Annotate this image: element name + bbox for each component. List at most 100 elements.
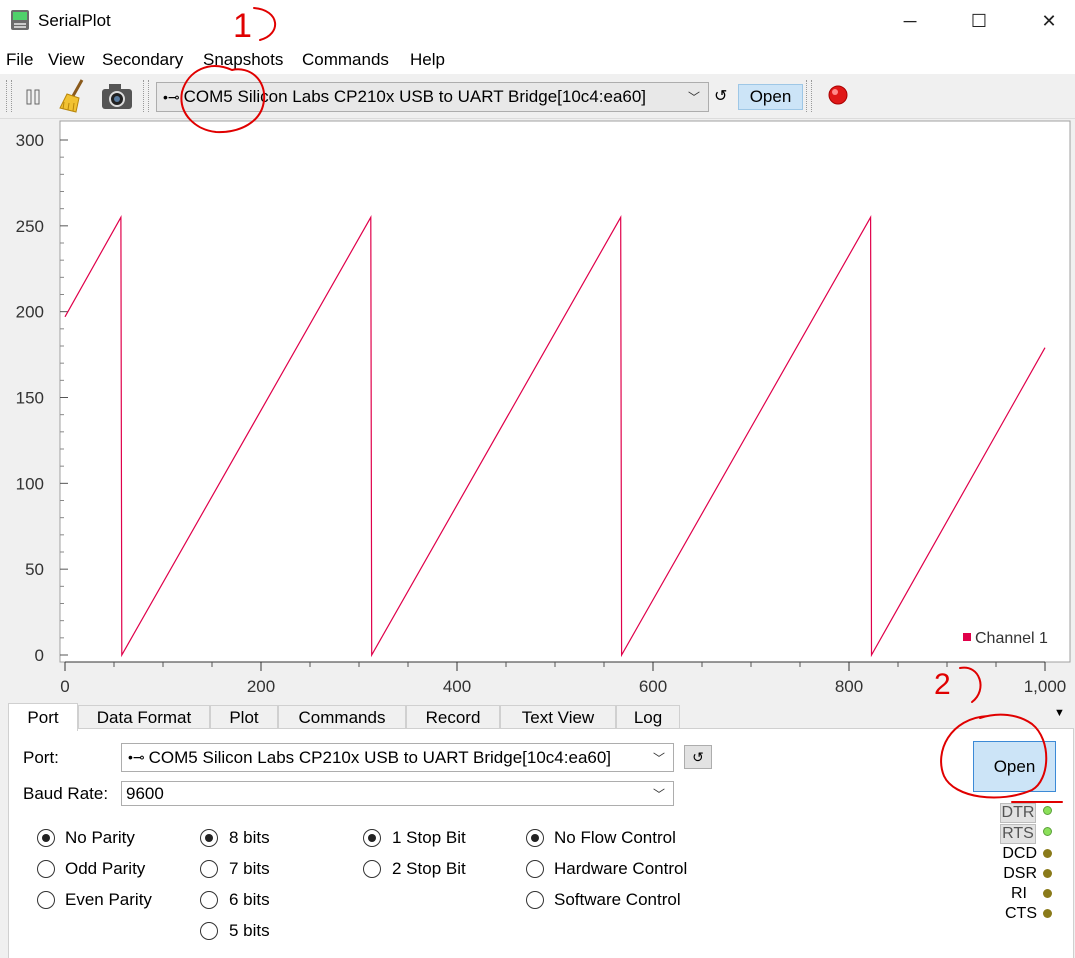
refresh-icon[interactable]: ↺ — [714, 86, 727, 106]
x-tick-label: 0 — [60, 677, 69, 696]
5-bits-label: 5 bits — [229, 921, 270, 940]
tab-commands[interactable]: Commands — [278, 705, 406, 730]
port-label: Port: — [23, 748, 59, 767]
rts-led — [1043, 827, 1052, 836]
legend-swatch — [963, 633, 971, 641]
no-flow-control-radio[interactable] — [526, 829, 544, 847]
y-tick-label: 300 — [16, 131, 44, 150]
odd-parity-label: Odd Parity — [65, 859, 146, 878]
toolbar-grip — [6, 80, 12, 112]
rts-button[interactable]: RTS — [1000, 824, 1036, 844]
tab-data-format[interactable]: Data Format — [78, 705, 210, 730]
dsr-led — [1043, 869, 1052, 878]
even-parity-label: Even Parity — [65, 890, 152, 909]
port-refresh-button[interactable]: ↺ — [684, 745, 712, 769]
hardware-control-label: Hardware Control — [554, 859, 688, 878]
7-bits-radio[interactable] — [200, 860, 218, 878]
cts-led — [1043, 909, 1052, 918]
toolbar-open-button[interactable]: Open — [738, 84, 803, 110]
y-tick-label: 250 — [16, 217, 44, 236]
close-button[interactable]: ✕ — [1026, 0, 1072, 42]
y-tick-label: 200 — [16, 303, 44, 322]
legend-label: Channel 1 — [975, 630, 1048, 647]
record-icon[interactable] — [828, 85, 848, 105]
menu-secondary[interactable]: Secondary — [102, 50, 183, 70]
chevron-down-icon: ﹀ — [687, 90, 700, 105]
menu-snapshots[interactable]: Snapshots — [203, 50, 283, 70]
y-tick-label: 100 — [16, 474, 44, 493]
dtr-button[interactable]: DTR — [1000, 803, 1036, 823]
software-control-label: Software Control — [554, 890, 681, 909]
maximize-button[interactable]: ☐ — [956, 0, 1002, 42]
plot-canvas[interactable]: 0 50 100 150 200 250 300 0 200 400 600 800 1,000 Chan… — [0, 119, 1075, 703]
pause-icon[interactable] — [22, 86, 44, 108]
menu-file[interactable]: File — [6, 50, 33, 70]
port-select-value: COM5 Silicon Labs CP210x USB to UART Bri… — [148, 747, 612, 767]
chevron-down-icon: ﹀ — [652, 751, 665, 765]
7-bits-label: 7 bits — [229, 859, 270, 878]
8-bits-label: 8 bits — [229, 828, 270, 847]
baud-rate-select[interactable]: 9600 ﹀ — [121, 781, 674, 806]
tab-bar: Port Data Format Plot Commands Record Te… — [8, 703, 1075, 731]
menu-commands[interactable]: Commands — [302, 50, 389, 70]
x-tick-label: 600 — [639, 677, 667, 696]
baud-rate-label: Baud Rate: — [23, 784, 109, 803]
x-tick-label: 1,000 — [1024, 677, 1067, 696]
dsr-label: DSR — [1003, 865, 1037, 882]
chevron-down-icon: ﹀ — [652, 787, 665, 801]
tab-log[interactable]: Log — [616, 705, 680, 730]
usb-icon: •⊸ — [163, 88, 180, 105]
plot-area[interactable]: 0 50 100 150 200 250 300 0 200 400 600 800 1,000 Chan… — [0, 119, 1075, 703]
ri-label: RI — [1011, 885, 1027, 902]
toolbar-grip — [806, 80, 812, 112]
window-title: SerialPlot — [38, 11, 111, 30]
x-tick-label: 200 — [247, 677, 275, 696]
menu-view[interactable]: View — [48, 50, 85, 70]
tab-port[interactable]: Port — [8, 703, 78, 731]
y-tick-label: 150 — [16, 389, 44, 408]
2-stop-bit-radio[interactable] — [363, 860, 381, 878]
even-parity-radio[interactable] — [37, 891, 55, 909]
port-select[interactable]: •⊸ COM5 Silicon Labs CP210x USB to UART … — [121, 743, 674, 772]
toolbar: •⊸ COM5 Silicon Labs CP210x USB to UART … — [0, 74, 1075, 119]
app-icon — [10, 9, 30, 31]
tab-text-view[interactable]: Text View — [500, 705, 616, 730]
dtr-led — [1043, 806, 1052, 815]
ri-led — [1043, 889, 1052, 898]
dcd-label: DCD — [1002, 845, 1037, 862]
tab-record[interactable]: Record — [406, 705, 500, 730]
5-bits-radio[interactable] — [200, 922, 218, 940]
8-bits-radio[interactable] — [200, 829, 218, 847]
dcd-led — [1043, 849, 1052, 858]
toolbar-grip — [143, 80, 149, 112]
y-tick-label: 50 — [25, 560, 44, 579]
software-control-radio[interactable] — [526, 891, 544, 909]
2-stop-bit-label: 2 Stop Bit — [392, 859, 466, 878]
camera-snapshot-icon[interactable] — [100, 80, 134, 112]
y-tick-label: 0 — [35, 646, 44, 665]
open-button[interactable]: Open — [973, 741, 1056, 792]
no-parity-radio[interactable] — [37, 829, 55, 847]
odd-parity-radio[interactable] — [37, 860, 55, 878]
x-tick-label: 800 — [835, 677, 863, 696]
6-bits-label: 6 bits — [229, 890, 270, 909]
port-panel: Port: •⊸ COM5 Silicon Labs CP210x USB to… — [8, 728, 1074, 958]
1-stop-bit-radio[interactable] — [363, 829, 381, 847]
tab-plot[interactable]: Plot — [210, 705, 278, 730]
title-bar: SerialPlot ─ ☐ ✕ — [0, 0, 1075, 42]
plot-frame — [59, 120, 1071, 663]
1-stop-bit-label: 1 Stop Bit — [392, 828, 466, 847]
hardware-control-radio[interactable] — [526, 860, 544, 878]
baud-rate-value: 9600 — [126, 783, 164, 803]
cts-label: CTS — [1005, 905, 1037, 922]
6-bits-radio[interactable] — [200, 891, 218, 909]
x-tick-label: 400 — [443, 677, 471, 696]
menu-bar: File View Secondary Snapshots Commands H… — [0, 42, 1075, 74]
minimize-button[interactable]: ─ — [887, 0, 933, 42]
clear-broom-icon[interactable] — [58, 78, 92, 114]
menu-help[interactable]: Help — [410, 50, 445, 70]
no-flow-control-label: No Flow Control — [554, 828, 676, 847]
tab-menu-arrow-icon[interactable]: ▼ — [1054, 707, 1065, 719]
toolbar-port-select[interactable]: •⊸ COM5 Silicon Labs CP210x USB to UART … — [156, 82, 709, 112]
toolbar-port-value: COM5 Silicon Labs CP210x USB to UART Bri… — [183, 87, 647, 106]
